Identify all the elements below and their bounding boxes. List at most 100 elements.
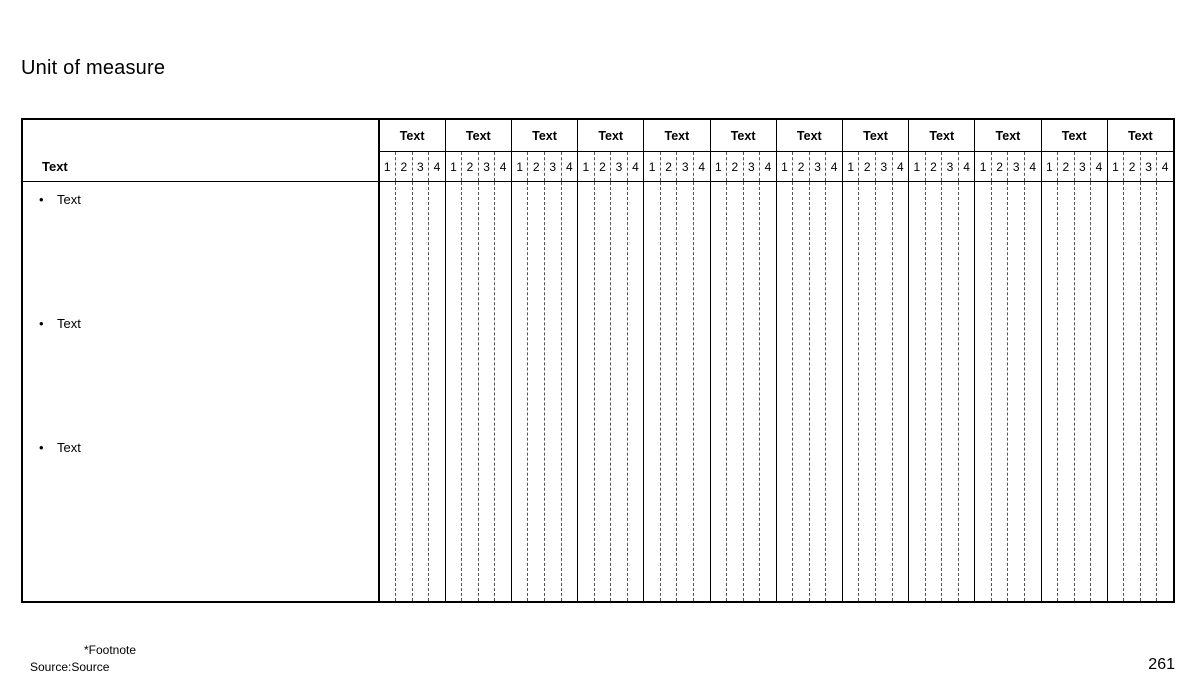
subcolumn-label: 3 <box>810 152 827 181</box>
column-group-title: Text <box>1041 120 1107 152</box>
subcolumn-guide <box>843 182 860 601</box>
column-group-body <box>380 182 445 601</box>
source-line: Source:Source <box>30 660 110 674</box>
subcolumn-guide <box>744 182 761 601</box>
subcolumn-guide <box>1091 182 1107 601</box>
subcolumn-guide <box>446 182 463 601</box>
column-group-title: Text <box>644 120 710 152</box>
column-group-title: Text <box>776 120 842 152</box>
column-group-title: Text <box>445 120 511 152</box>
column-group-subheader: 1234 <box>842 152 909 182</box>
column-group: Text 1 2 3 4 <box>842 120 910 601</box>
subcolumn-label: 3 <box>876 152 893 181</box>
subcolumn-label: 4 <box>1029 159 1037 174</box>
table-stub-body: • Text • Text • Text <box>23 182 378 601</box>
subcolumn-label: 2 <box>926 152 943 181</box>
subcolumn-label: 4 <box>1161 159 1169 174</box>
list-item-label: Text <box>57 316 81 331</box>
subcolumn-guide <box>975 182 992 601</box>
column-group-subheader: 1234 <box>644 152 710 182</box>
subcolumn-label: 3 <box>1075 152 1092 181</box>
column-group-subheader: 1234 <box>578 152 644 182</box>
subcolumn-guide <box>413 182 430 601</box>
column-group-body <box>909 182 974 601</box>
subcolumn-guide <box>495 182 511 601</box>
column-group-subheader: 1234 <box>776 152 842 182</box>
column-group-title: Text <box>975 120 1041 152</box>
subcolumn-guide <box>876 182 893 601</box>
subcolumn-label: 2 <box>793 152 810 181</box>
subcolumn-guide <box>462 182 479 601</box>
column-group: Text 1 2 3 4 <box>909 120 976 601</box>
subcolumn-guide <box>396 182 413 601</box>
subcolumn-guide <box>562 182 578 601</box>
column-group-subheader: 1234 <box>710 152 776 182</box>
column-group-title: Text <box>710 120 776 152</box>
subcolumn-guide <box>1141 182 1158 601</box>
column-group: Text 1 2 3 4 <box>644 120 711 601</box>
subcolumn-label: 3 <box>413 152 430 181</box>
column-group-body <box>512 182 577 601</box>
subcolumn-guide <box>1042 182 1059 601</box>
subcolumn-label: 2 <box>992 152 1009 181</box>
column-group-subheader: 1234 <box>511 152 578 182</box>
bullet-icon: • <box>39 316 44 331</box>
subcolumn-label: 2 <box>396 152 413 181</box>
column-group-body <box>843 182 908 601</box>
page-number: 261 <box>1148 656 1175 673</box>
column-group-title: Text <box>511 120 578 152</box>
subcolumn-guide <box>909 182 926 601</box>
subcolumn-guide <box>429 182 445 601</box>
subcolumn-label: 1 <box>711 152 728 181</box>
subcolumn-guide <box>1075 182 1092 601</box>
subcolumn-label: 4 <box>433 159 441 174</box>
stub-header-label: Text <box>42 159 68 174</box>
subcolumn-label: 2 <box>528 152 545 181</box>
subcolumn-label: 1 <box>380 152 397 181</box>
subcolumn-label: 4 <box>830 159 838 174</box>
subcolumn-guide <box>826 182 842 601</box>
subcolumn-guide <box>711 182 728 601</box>
subcolumn-label: 1 <box>777 152 794 181</box>
column-group-body <box>1108 182 1173 601</box>
subcolumn-guide <box>677 182 694 601</box>
subcolumn-guide <box>1025 182 1041 601</box>
column-group-subheader: 1234 <box>379 152 445 182</box>
column-group: Text 1 2 3 4 <box>445 120 512 601</box>
column-group-body <box>644 182 709 601</box>
column-group: Text 1 2 3 4 <box>975 120 1042 601</box>
column-group-subheader: 1234 <box>445 152 511 182</box>
subcolumn-label: 2 <box>462 152 479 181</box>
column-group-body <box>446 182 511 601</box>
subcolumn-label: 1 <box>512 152 529 181</box>
subcolumn-label: 4 <box>1095 159 1103 174</box>
subcolumn-guide <box>727 182 744 601</box>
column-group-body <box>578 182 643 601</box>
subcolumn-guide <box>644 182 661 601</box>
column-group-subheader: 1234 <box>1041 152 1107 182</box>
column-group-subheader: 1234 <box>975 152 1041 182</box>
subcolumn-label: 4 <box>698 159 706 174</box>
column-group: Text 1 2 3 4 <box>776 120 843 601</box>
subcolumn-label: 2 <box>1058 152 1075 181</box>
subcolumn-label: 3 <box>1008 152 1025 181</box>
column-group: Text 1 2 3 4 <box>710 120 777 601</box>
subcolumn-guide <box>893 182 909 601</box>
subcolumn-label: 4 <box>963 159 970 174</box>
subcolumn-guide <box>1124 182 1141 601</box>
subcolumn-label: 3 <box>1141 152 1158 181</box>
page-title: Unit of measure <box>21 57 166 79</box>
list-item: • Text <box>39 192 369 208</box>
subcolumn-guide <box>595 182 612 601</box>
column-group-title: Text <box>1107 120 1173 152</box>
column-group-subheader: 1234 <box>909 152 975 182</box>
column-group: Text 1 2 3 4 <box>511 120 579 601</box>
subcolumn-label: 1 <box>843 152 860 181</box>
subcolumn-label: 2 <box>595 152 612 181</box>
subcolumn-guide <box>810 182 827 601</box>
subcolumn-label: 4 <box>896 159 904 174</box>
column-group: Text 1 2 3 4 <box>1041 120 1108 601</box>
subcolumn-label: 4 <box>499 159 507 174</box>
list-item-label: Text <box>57 192 81 207</box>
subcolumn-label: 1 <box>644 152 661 181</box>
